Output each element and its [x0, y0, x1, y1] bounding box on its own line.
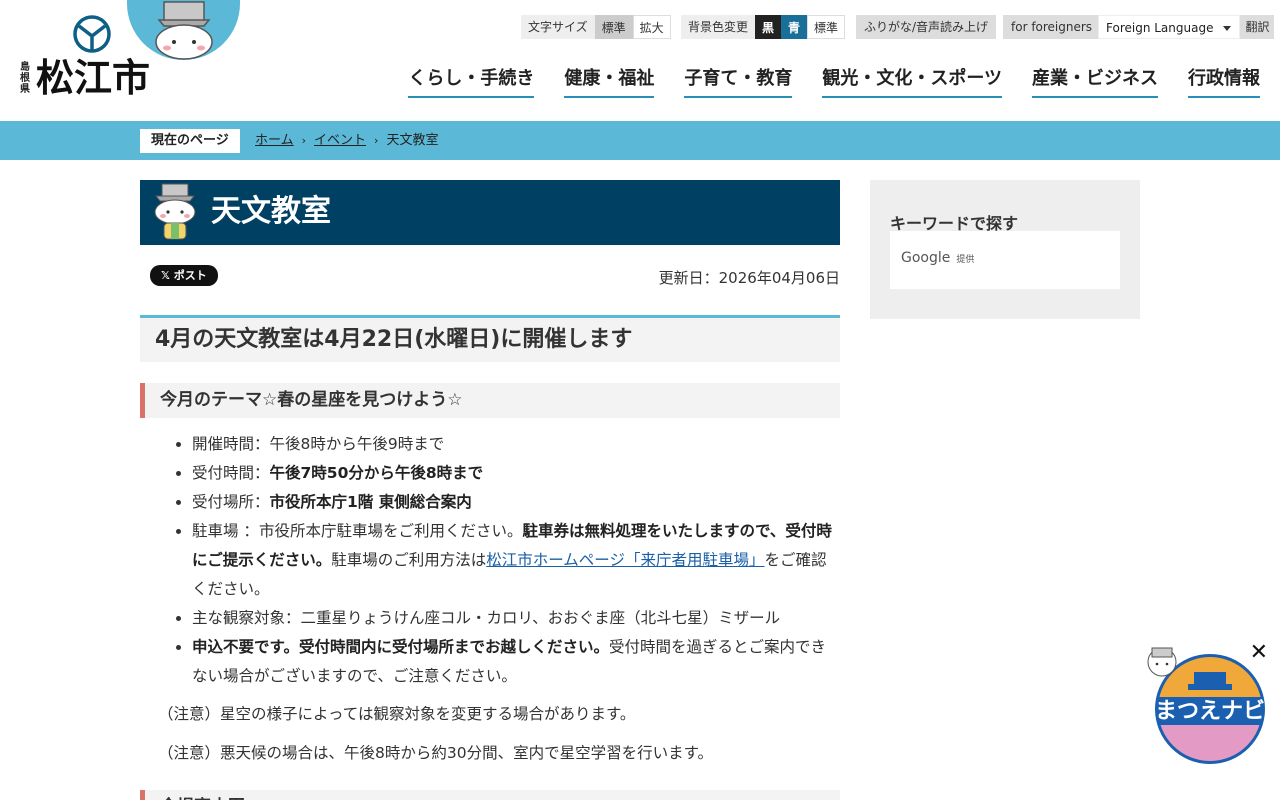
breadcrumb-home-link[interactable]: ホーム	[255, 129, 294, 153]
targets-label: 主な観察対象：	[192, 609, 301, 627]
bg-blue-button[interactable]: 青	[781, 15, 808, 39]
sidebar: キーワードで探す Google 提供	[870, 180, 1140, 319]
nav-item-tourism[interactable]: 観光・文化・スポーツ	[822, 64, 1002, 98]
language-select[interactable]: Foreign Language	[1098, 15, 1241, 39]
matsue-navi-label: まつえナビ	[1155, 699, 1265, 724]
time-label: 開催時間：	[192, 435, 270, 453]
list-item: 駐車場 ：市役所本庁駐車場をご利用ください。駐車券は無料処理をいたしますので、受…	[192, 517, 840, 604]
breadcrumb-trail: ホーム › イベント › 天文教室	[255, 129, 438, 153]
site-header: 島根県 松江市 文字サイズ 標準 拡大 背景色変更 黒 青 標準 ふりがな/音声…	[0, 0, 1280, 121]
page-title: 天文教室	[211, 194, 331, 229]
prefecture-name: 島根県	[20, 62, 30, 95]
breadcrumb-event-link[interactable]: イベント	[314, 129, 366, 153]
list-item: 申込不要です。受付時間内に受付場所までお越しください。受付時間を過ぎるとご案内で…	[192, 633, 840, 691]
translate-button[interactable]: 翻訳	[1240, 15, 1275, 39]
bg-standard-button[interactable]: 標準	[807, 15, 846, 39]
font-large-button[interactable]: 拡大	[632, 15, 671, 39]
breadcrumb-here-label: 現在のページ	[140, 129, 240, 153]
provided-label: 提供	[956, 255, 975, 265]
apply-bold: 申込不要です。受付時間内に受付場所までお越しください。	[192, 638, 609, 656]
note-weather: （注意）悪天候の場合は、午後8時から約30分間、室内で星空学習を行います。	[158, 744, 714, 762]
updated-date: 更新日：2026年04月06日	[658, 269, 840, 287]
parking-label: 駐車場 ：	[192, 522, 259, 540]
font-standard-button[interactable]: 標準	[594, 15, 633, 39]
place-label: 受付場所：	[192, 493, 270, 511]
nav-item-government[interactable]: 行政情報	[1188, 64, 1260, 98]
search-input[interactable]: Google 提供	[890, 231, 1120, 289]
note-observation: （注意）星空の様子によっては観察対象を変更する場合があります。	[158, 705, 636, 723]
google-label: Google	[901, 250, 951, 266]
site-logo[interactable]: 島根県 松江市	[20, 14, 150, 102]
mascot-icon	[155, 1, 213, 60]
parking-text2: 駐車場のご利用方法は	[331, 551, 487, 569]
language-select-label: Foreign Language	[1106, 21, 1214, 35]
reception-value: 午後7時50分から午後8時まで	[269, 464, 484, 482]
furigana-control: ふりがな/音声読み上げ	[856, 15, 997, 39]
parking-text: 市役所本庁駐車場をご利用ください。	[258, 522, 523, 540]
nav-item-life[interactable]: くらし・手続き	[408, 64, 535, 98]
furigana-button[interactable]: ふりがな/音声読み上げ	[856, 15, 997, 39]
google-search-brand: Google 提供	[901, 250, 974, 266]
parking-link[interactable]: 松江市ホームページ「来庁者用駐車場」	[486, 551, 764, 569]
matsue-navi-widget[interactable]: ✕ まつえナビ	[1144, 640, 1272, 767]
bg-color-control: 背景色変更 黒 青 標準	[681, 15, 846, 39]
event-info-list: 開催時間：午後8時から午後9時まで 受付時間：午後7時50分から午後8時まで 受…	[192, 430, 840, 691]
city-name: 松江市	[36, 56, 151, 100]
list-item: 開催時間：午後8時から午後9時まで	[192, 430, 840, 459]
nav-item-business[interactable]: 産業・ビジネス	[1032, 64, 1158, 98]
matsue-navi-icon: まつえナビ	[1147, 647, 1265, 764]
chevron-right-icon: ›	[301, 134, 307, 147]
bg-black-button[interactable]: 黒	[755, 15, 782, 39]
list-item: 受付場所：市役所本庁1階 東側総合案内	[192, 488, 840, 517]
page-title-bar: 天文教室	[140, 180, 840, 245]
nav-item-health[interactable]: 健康・福祉	[564, 64, 655, 98]
targets-value: 二重星りょうけん座コル・カロリ、おおぐま座（北斗七星）ミザール	[300, 609, 781, 627]
main-content: 天文教室 𝕏 ポスト 更新日：2026年04月06日 4月の天文教室は4月22日…	[140, 180, 840, 800]
section-heading: 今月のテーマ☆春の星座を見つけよう☆	[140, 383, 840, 418]
global-nav: くらし・手続き 健康・福祉 子育て・教育 観光・文化・スポーツ 産業・ビジネス …	[378, 64, 1260, 98]
x-post-button[interactable]: 𝕏 ポスト	[150, 265, 218, 286]
foreigners-link[interactable]: for foreigners	[1003, 15, 1101, 39]
language-control: Foreign Language 翻訳	[1098, 15, 1275, 39]
list-item: 受付時間：午後7時50分から午後8時まで	[192, 459, 840, 488]
breadcrumb: 現在のページ ホーム › イベント › 天文教室	[0, 121, 1280, 160]
chevron-right-icon: ›	[374, 134, 379, 147]
time-value: 午後8時から午後9時まで	[269, 435, 445, 453]
list-item: 主な観察対象：二重星りょうけん座コル・カロリ、おおぐま座（北斗七星）ミザール	[192, 604, 840, 633]
nav-item-education[interactable]: 子育て・教育	[684, 64, 793, 98]
bg-color-label: 背景色変更	[681, 15, 756, 39]
font-size-control: 文字サイズ 標準 拡大	[521, 15, 671, 39]
article-heading: 4月の天文教室は4月22日(水曜日)に開催します	[140, 315, 840, 362]
city-emblem-icon	[73, 15, 111, 53]
meta-row: 𝕏 ポスト 更新日：2026年04月06日	[140, 245, 840, 315]
chevron-down-icon	[1223, 26, 1232, 31]
reception-label: 受付時間：	[192, 464, 270, 482]
foreigners-control: for foreigners	[1003, 15, 1101, 39]
place-value: 市役所本庁1階 東側総合案内	[269, 493, 472, 511]
next-section-heading: 今場室内図	[140, 790, 840, 800]
mascot-icon	[154, 183, 196, 240]
font-size-label: 文字サイズ	[521, 15, 595, 39]
breadcrumb-current: 天文教室	[386, 133, 439, 148]
